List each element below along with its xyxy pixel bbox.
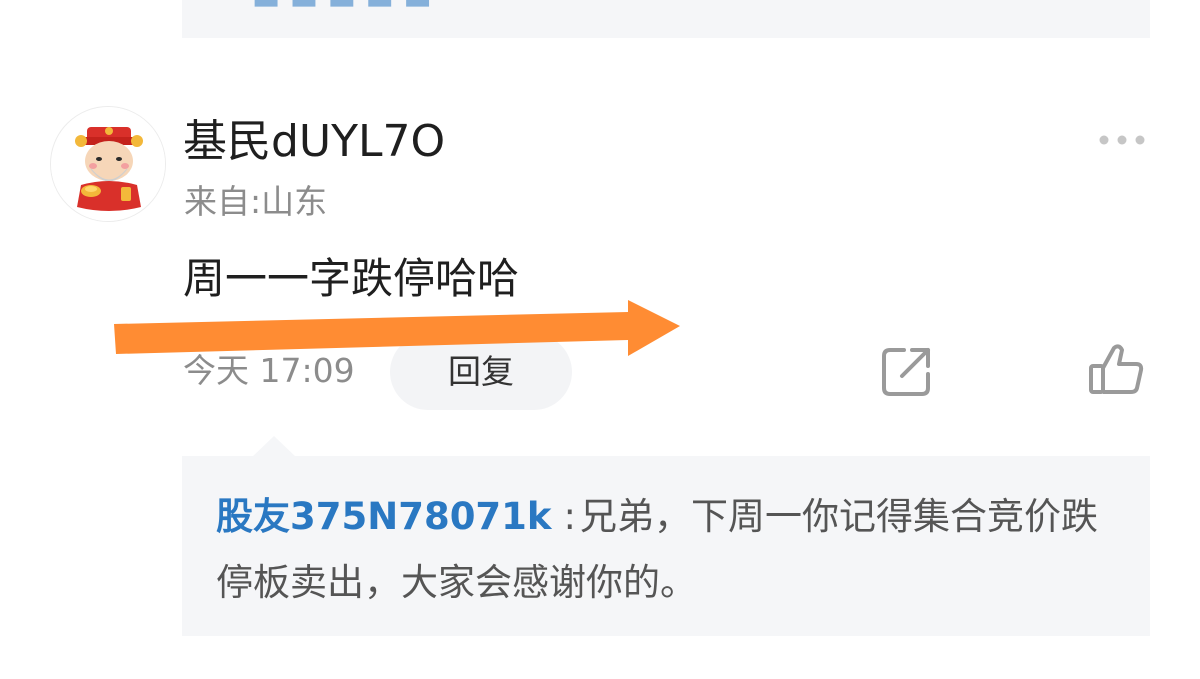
previous-reply-card: ▬ ▬ ▬ ▬ ▬	[182, 0, 1150, 38]
avatar-image	[51, 107, 165, 221]
share-icon[interactable]	[880, 344, 934, 398]
previous-reply-cutoff-text: ▬ ▬ ▬ ▬ ▬	[252, 0, 432, 17]
more-dots-icon[interactable]	[1096, 126, 1148, 154]
comment-location: 来自:山东	[184, 182, 328, 221]
reply-card: 股友375N78071k: 兄弟，下周一你记得集合竞价跌停板卖出，大家会感谢你的。	[182, 456, 1150, 636]
comment-username[interactable]: 基民dUYL7O	[183, 114, 445, 170]
thumbs-up-icon[interactable]	[1086, 342, 1146, 398]
comment-screen: ▬ ▬ ▬ ▬ ▬ 基民dUYL7O 来自:山东	[0, 0, 1200, 679]
reply-separator: :	[563, 495, 576, 538]
avatar[interactable]	[50, 106, 166, 222]
reply-card-caret	[252, 436, 296, 457]
annotation-arrow	[114, 300, 680, 356]
reply-author-link[interactable]: 股友375N78071k	[216, 495, 552, 538]
reply-content: 股友375N78071k: 兄弟，下周一你记得集合竞价跌停板卖出，大家会感谢你的。	[216, 484, 1126, 616]
